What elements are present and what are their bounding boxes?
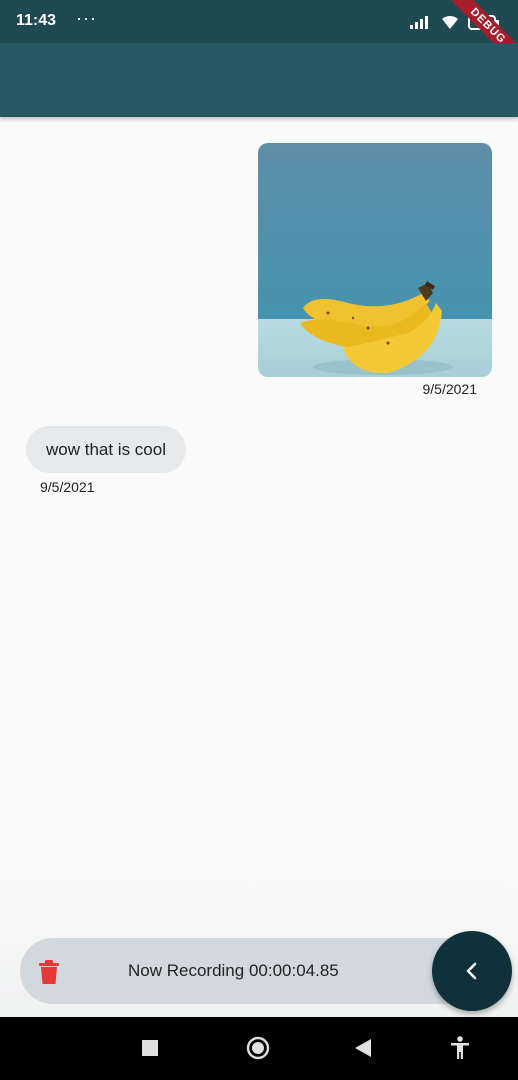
triangle-back-icon[interactable] (355, 1039, 371, 1057)
send-recording-button[interactable] (432, 931, 512, 1011)
recording-status: Now Recording 00:00:04.85 (128, 961, 339, 980)
chevron-left-icon (466, 962, 477, 980)
wifi-icon (442, 15, 458, 29)
status-icons: 48 (410, 12, 499, 32)
circle-icon[interactable] (246, 1036, 270, 1060)
message-date: 9/5/2021 (40, 479, 95, 495)
status-bar: 11:43 ··· 48 (0, 0, 518, 43)
text-message[interactable]: wow that is cool (26, 426, 186, 473)
trash-icon[interactable] (39, 960, 59, 984)
banana-photo (258, 143, 492, 377)
message-text: wow that is cool (46, 439, 166, 459)
status-time: 11:43 (16, 12, 57, 29)
square-icon[interactable] (142, 1040, 158, 1056)
message-date: 9/5/2021 (422, 381, 478, 397)
battery-level: 48 (476, 16, 488, 28)
navigation-bar (0, 1017, 518, 1080)
battery-icon: 48 (468, 14, 499, 30)
image-message[interactable] (258, 143, 492, 377)
signal-icon (410, 16, 428, 29)
app-bar (0, 43, 518, 117)
accessibility-icon[interactable] (450, 1036, 470, 1060)
recording-bar: Now Recording 00:00:04.85 (20, 938, 490, 1004)
more-notifications-icon: ··· (76, 8, 97, 28)
chat-list: 9/5/2021 wow that is cool 9/5/2021 (0, 117, 518, 937)
